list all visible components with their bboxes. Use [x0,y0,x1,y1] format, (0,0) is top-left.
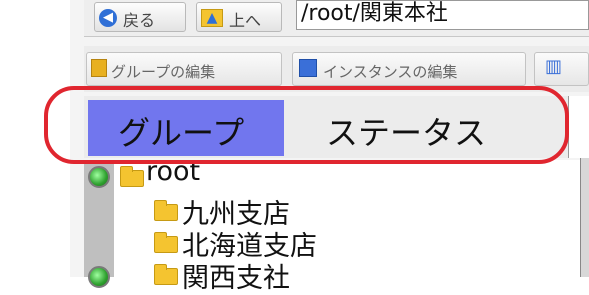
back-button-label: 戻る [123,11,156,30]
up-button-label: 上へ [229,11,262,30]
highlight-annotation [44,86,569,164]
edit-instance-label: インスタンスの編集 [323,63,458,81]
folder-icon [154,200,178,221]
extra-tool-button[interactable]: ▥ [534,52,589,86]
tree-item[interactable]: 関西支社 [182,256,290,295]
path-field[interactable]: /root/関東本社 [296,0,589,30]
folder-icon [154,232,178,253]
back-arrow-icon: ◀ [99,9,117,27]
edit-group-label: グループの編集 [111,63,216,81]
folder-icon [120,166,144,187]
group-edit-icon [91,59,107,77]
status-ok-icon [88,266,110,288]
scrollbar-edge[interactable] [580,158,589,277]
folder-up-icon: ▲ [201,9,223,27]
edit-group-button[interactable]: グループの編集 [86,52,282,86]
status-ok-icon [88,166,110,188]
edit-instance-button[interactable]: インスタンスの編集 [292,52,526,86]
side-panel-edge [568,96,589,158]
instance-edit-icon [299,59,317,77]
chart-tool-icon: ▥ [545,56,563,77]
up-button[interactable]: ▲ 上へ [196,2,282,32]
back-button[interactable]: ◀ 戻る [94,2,186,32]
